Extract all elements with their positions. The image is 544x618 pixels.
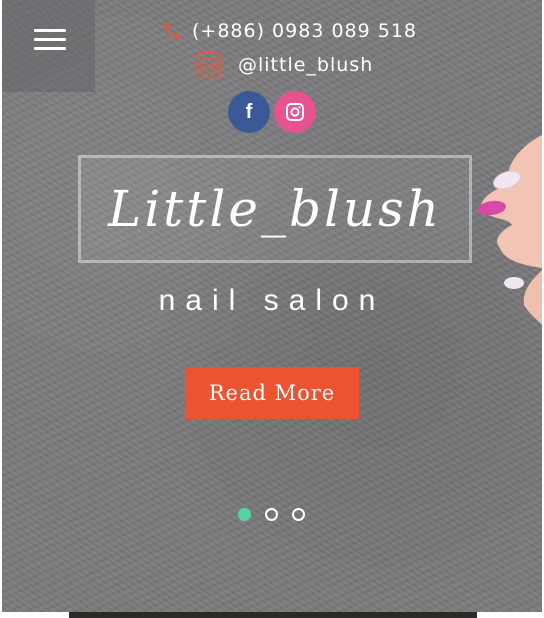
phone-contact[interactable]: (+886) 0983 089 518 [162, 20, 417, 42]
hand-photo [478, 135, 542, 325]
hero-title: Little_blush [107, 180, 443, 238]
slide-dot-2[interactable] [265, 508, 278, 521]
slider-pagination [238, 508, 305, 521]
hero-slider: (+886) 0983 089 518 LINE @little_blush f… [2, 0, 542, 612]
menu-icon-bar [34, 38, 66, 41]
line-contact[interactable]: LINE @little_blush [194, 51, 373, 79]
phone-number: (+886) 0983 089 518 [192, 20, 418, 42]
read-more-button[interactable]: Read More [185, 367, 359, 419]
facebook-button[interactable]: f [228, 91, 270, 133]
title-frame: Little_blush [78, 155, 472, 263]
instagram-button[interactable] [274, 91, 316, 133]
menu-icon [34, 29, 66, 32]
slide-dot-3[interactable] [292, 508, 305, 521]
facebook-icon: f [245, 100, 253, 123]
menu-button[interactable] [2, 0, 95, 92]
menu-icon-bar [34, 47, 66, 50]
phone-icon [164, 23, 180, 39]
line-id: @little_blush [238, 54, 374, 76]
line-icon: LINE [194, 51, 222, 79]
next-section-preview [69, 612, 477, 618]
slide-dot-1[interactable] [238, 508, 251, 521]
line-icon-label: LINE [200, 64, 217, 70]
instagram-icon [286, 103, 304, 121]
